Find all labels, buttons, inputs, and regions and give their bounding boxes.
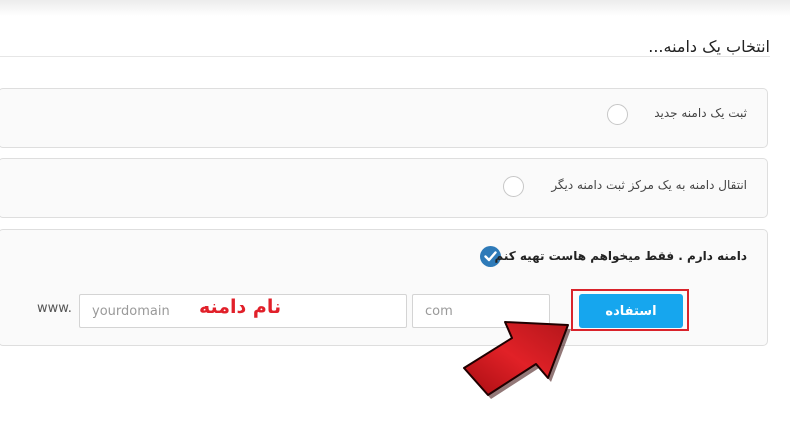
transfer-radio[interactable]: [503, 176, 524, 197]
register-radio[interactable]: [607, 104, 628, 125]
title-divider: [0, 56, 770, 57]
page-title: انتخاب یک دامنه...: [648, 37, 770, 57]
option-transfer-domain[interactable]: انتقال دامنه به یک مرکز ثبت دامنه دیگر: [0, 158, 768, 218]
option-own-domain[interactable]: دامنه دارم . فقط میخواهم هاست تهیه کنم w…: [0, 229, 768, 346]
register-label: ثبت یک دامنه جدید: [654, 106, 747, 120]
red-arrow-icon: [463, 321, 571, 399]
www-prefix: www.: [37, 301, 72, 316]
own-domain-label: دامنه دارم . فقط میخواهم هاست تهیه کنم: [494, 249, 747, 263]
option-register-domain[interactable]: ثبت یک دامنه جدید: [0, 88, 768, 148]
top-shadow-bar: [0, 0, 790, 16]
transfer-label: انتقال دامنه به یک مرکز ثبت دامنه دیگر: [551, 178, 747, 192]
use-button[interactable]: استفاده: [579, 294, 683, 328]
domain-name-annotation: نام دامنه: [199, 296, 282, 318]
